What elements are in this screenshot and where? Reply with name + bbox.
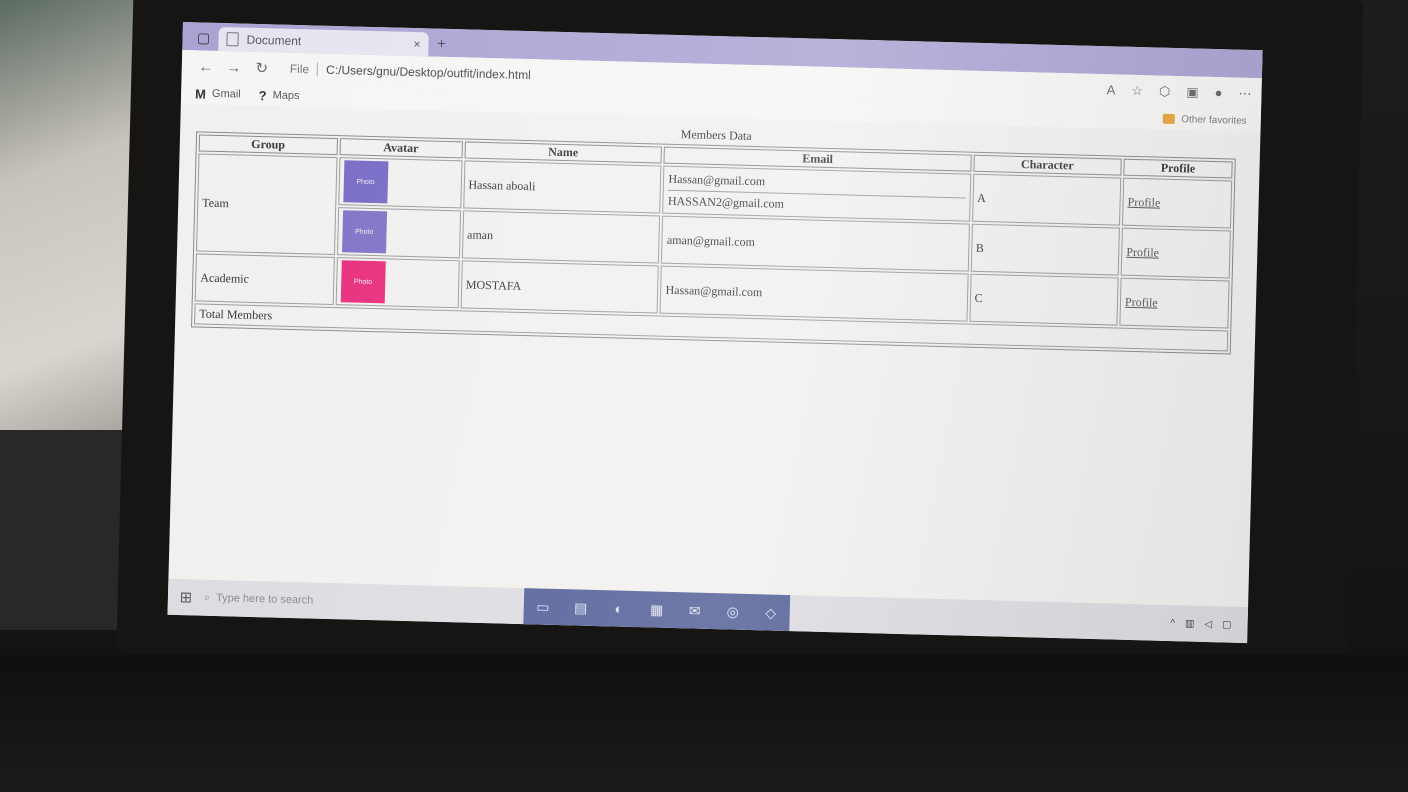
url-text: C:/Users/gnu/Desktop/outfit/index.html: [325, 62, 532, 83]
name-cell: Hassan aboali: [462, 160, 662, 214]
profile-cell: Profile: [1119, 277, 1230, 329]
notification-icon[interactable]: ▢: [1222, 619, 1232, 630]
mail-icon[interactable]: ✉: [675, 592, 714, 629]
taskbar-search[interactable]: ⌕ Type here to search: [204, 591, 454, 611]
avatar: Photo: [340, 260, 386, 304]
favorite-star-icon[interactable]: ☆: [1131, 83, 1143, 99]
profile-link[interactable]: Profile: [1126, 244, 1159, 259]
page-content: Members Data Group Avatar Name Email Cha…: [175, 104, 1260, 355]
profile-link[interactable]: Profile: [1127, 194, 1160, 209]
laptop-base: [0, 655, 1408, 792]
avatar-label: Photo: [355, 228, 374, 236]
group-cell: Team: [195, 153, 338, 256]
read-aloud-icon[interactable]: A: [1106, 82, 1116, 98]
collections-icon[interactable]: ▣: [1186, 84, 1199, 100]
system-tray: ^ ▥ ◁ ▢: [1170, 618, 1232, 631]
name-cell: aman: [461, 210, 661, 264]
taskbar-apps: ▭ ▤ ◐ ▦ ✉ ◎ ◇: [523, 588, 791, 632]
profile-link[interactable]: Profile: [1125, 294, 1158, 309]
explorer-icon[interactable]: ▤: [561, 589, 600, 626]
document-icon: [226, 32, 239, 47]
close-tab-icon[interactable]: ×: [413, 37, 420, 51]
bookmark-label: Maps: [272, 89, 300, 103]
new-tab-button[interactable]: +: [428, 32, 455, 57]
avatar-label: Photo: [353, 278, 373, 286]
avatar-cell: Photo: [335, 257, 460, 309]
chevron-up-icon[interactable]: ^: [1170, 618, 1175, 629]
store-icon[interactable]: ▦: [637, 591, 676, 628]
forward-icon[interactable]: →: [220, 58, 248, 76]
bookmark-label: Gmail: [211, 87, 241, 101]
avatar: Photo: [341, 210, 387, 254]
name-cell: MOSTAFA: [460, 260, 660, 314]
search-icon: ⌕: [203, 591, 211, 604]
header-avatar: Avatar: [339, 138, 463, 159]
header-profile: Profile: [1123, 158, 1233, 179]
group-cell: Academic: [194, 253, 335, 306]
character-cell: B: [970, 223, 1120, 276]
vscode-icon[interactable]: ◇: [751, 594, 790, 631]
photo-scene: ▢ Document × + ← → ↻ File C:/Users/gnu/D…: [0, 0, 1408, 792]
header-group: Group: [198, 134, 338, 156]
bookmark-gmail[interactable]: M Gmail: [195, 86, 241, 102]
tab-title: Document: [246, 32, 302, 49]
bookmark-maps[interactable]: ? Maps: [258, 88, 299, 104]
edge-icon[interactable]: ◐: [599, 590, 638, 627]
back-icon[interactable]: ←: [192, 58, 220, 76]
more-menu-icon[interactable]: ⋯: [1238, 86, 1251, 102]
other-favorites-label: Other favorites: [1181, 113, 1247, 127]
avatar-cell: Photo: [336, 207, 461, 259]
file-protocol-chip: File: [289, 61, 319, 77]
avatar-label: Photo: [356, 178, 375, 186]
character-cell: A: [971, 173, 1122, 226]
window-menu-icon[interactable]: ▢: [188, 26, 219, 51]
profile-cell: Profile: [1120, 227, 1231, 279]
extensions-icon[interactable]: ⬡: [1159, 84, 1171, 100]
volume-icon[interactable]: ◁: [1204, 618, 1212, 629]
refresh-icon[interactable]: ↻: [248, 59, 276, 78]
header-character: Character: [972, 154, 1122, 176]
avatar: Photo: [343, 160, 389, 204]
profile-cell: Profile: [1122, 177, 1233, 229]
email-cell: aman@gmail.com: [661, 215, 970, 272]
laptop-screen: ▢ Document × + ← → ↻ File C:/Users/gnu/D…: [167, 22, 1263, 644]
network-icon[interactable]: ▥: [1185, 618, 1195, 629]
chrome-icon[interactable]: ◎: [713, 593, 752, 630]
start-icon[interactable]: ⊞: [168, 588, 204, 607]
character-cell: C: [968, 273, 1119, 326]
members-table: Members Data Group Avatar Name Email Cha…: [191, 114, 1237, 355]
gmail-icon: M: [194, 85, 207, 102]
maps-icon: ?: [258, 87, 267, 103]
search-placeholder: Type here to search: [215, 592, 314, 607]
folder-icon: [1163, 113, 1176, 125]
toolbar-icons: A ☆ ⬡ ▣ ● ⋯: [1106, 82, 1252, 102]
avatar-cell: Photo: [337, 157, 463, 209]
email-cell: Hassan@gmail.com HASSAN2@gmail.com: [662, 165, 971, 222]
email-cell: Hassan@gmail.com: [659, 265, 969, 322]
task-view-icon[interactable]: ▭: [523, 588, 562, 625]
profile-avatar-icon[interactable]: ●: [1214, 85, 1222, 101]
other-favorites[interactable]: Other favorites: [1163, 113, 1247, 126]
